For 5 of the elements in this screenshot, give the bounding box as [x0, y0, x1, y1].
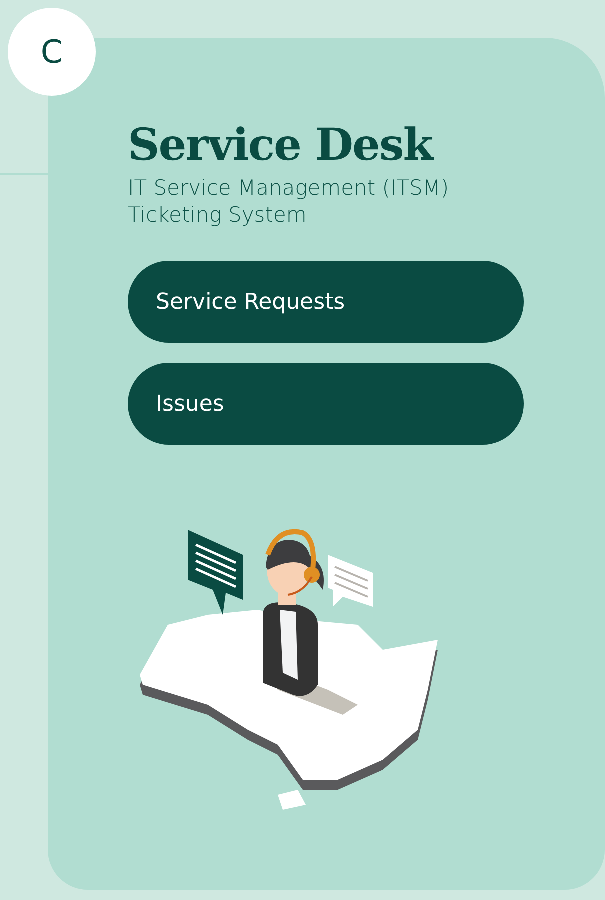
menu-button[interactable]: Service Requests: [128, 261, 524, 344]
menu-button[interactable]: Issues: [128, 363, 524, 446]
page-title: Service Desk: [128, 120, 433, 173]
subtitle: IT Service Management (ITSM) Ticketing System: [128, 174, 450, 230]
avatar-circle: C: [8, 8, 96, 96]
